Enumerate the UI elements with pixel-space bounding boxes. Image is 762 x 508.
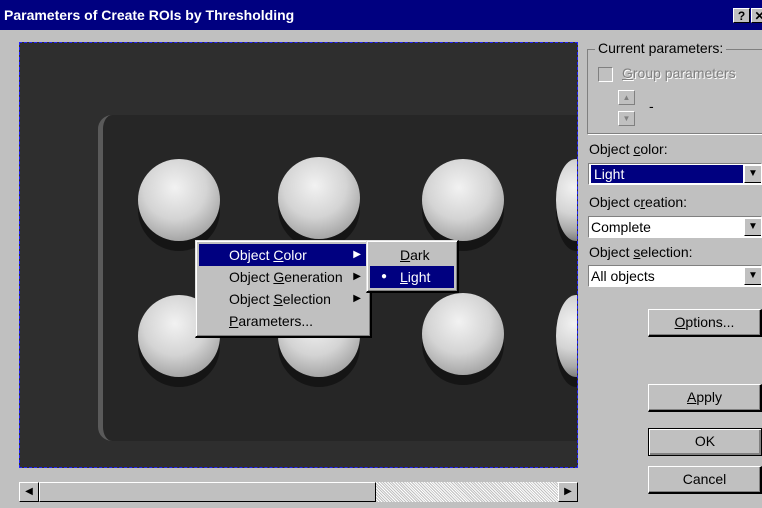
help-button[interactable]: ?: [733, 8, 750, 23]
object-creation-select[interactable]: Complete ▼: [588, 216, 762, 238]
radio-dot-icon: ●: [381, 271, 388, 282]
chevron-down-icon[interactable]: ▼: [744, 165, 761, 183]
dialog-window: Parameters of Create ROIs by Thresholdin…: [0, 0, 762, 508]
object-color-select[interactable]: Light ▼: [588, 163, 762, 185]
options-button[interactable]: Options...: [648, 309, 762, 337]
current-parameters-group: [587, 49, 762, 134]
object-color-label: Object color:: [589, 141, 668, 157]
chevron-down-icon[interactable]: ▼: [744, 218, 761, 236]
context-menu: Object Color ▶ Object Generation ▶ Object …: [195, 240, 372, 338]
object-blob: [138, 159, 220, 241]
current-parameters-label: Current parameters:: [595, 40, 727, 56]
object-creation-value: Complete: [591, 219, 651, 235]
object-blob: [422, 159, 504, 241]
close-button[interactable]: ✕: [751, 8, 762, 23]
color-submenu: Dark ● Light: [366, 240, 459, 293]
chevron-down-icon[interactable]: ▼: [744, 267, 761, 285]
object-blob: [278, 157, 360, 239]
scroll-thumb[interactable]: [39, 482, 376, 502]
submenu-arrow-icon: ▶: [353, 293, 361, 304]
scroll-left-icon[interactable]: ◀: [19, 482, 39, 502]
object-color-value: Light: [591, 165, 743, 183]
menu-item-object-color[interactable]: Object Color ▶: [199, 244, 367, 266]
horizontal-scrollbar[interactable]: ◀ ▶: [19, 482, 578, 502]
parameter-index: -: [649, 98, 654, 114]
submenu-arrow-icon: ▶: [353, 249, 361, 260]
group-parameters-label: Group parameters: [622, 65, 736, 81]
window-title: Parameters of Create ROIs by Thresholdin…: [4, 7, 295, 23]
title-bar: Parameters of Create ROIs by Thresholdin…: [0, 0, 762, 30]
submenu-item-light[interactable]: ● Light: [370, 266, 454, 288]
object-creation-label: Object creation:: [589, 194, 688, 210]
object-selection-value: All objects: [591, 268, 655, 284]
scroll-right-icon[interactable]: ▶: [558, 482, 578, 502]
ok-button[interactable]: OK: [648, 428, 762, 456]
submenu-item-dark[interactable]: Dark: [370, 244, 454, 266]
apply-button[interactable]: Apply: [648, 384, 762, 412]
submenu-arrow-icon: ▶: [353, 271, 361, 282]
spin-up-icon[interactable]: ▲: [618, 90, 635, 105]
object-blob: [422, 293, 504, 375]
spin-down-icon[interactable]: ▼: [618, 111, 635, 126]
menu-item-parameters[interactable]: Parameters...: [199, 310, 367, 332]
object-selection-select[interactable]: All objects ▼: [588, 265, 762, 287]
group-parameters-checkbox[interactable]: [598, 67, 613, 82]
menu-item-object-selection[interactable]: Object Selection ▶: [199, 288, 367, 310]
object-selection-label: Object selection:: [589, 244, 693, 260]
menu-item-object-generation[interactable]: Object Generation ▶: [199, 266, 367, 288]
cancel-button[interactable]: Cancel: [648, 466, 762, 494]
